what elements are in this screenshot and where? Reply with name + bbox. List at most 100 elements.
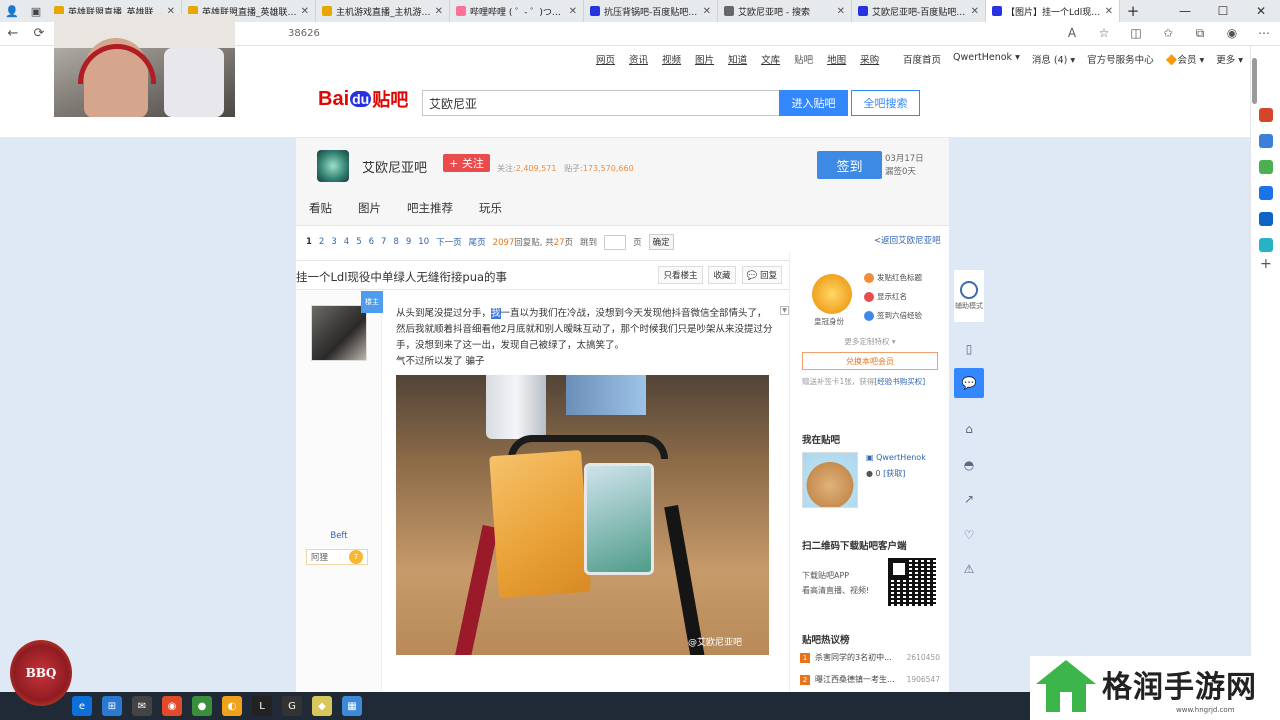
reply-button[interactable]: 💬 回复	[742, 266, 782, 284]
crown-icon[interactable]	[812, 274, 852, 314]
browser-tab[interactable]: 艾欧尼亚吧 - 搜索 ✕	[718, 0, 852, 22]
tab-close-icon[interactable]: ✕	[569, 6, 577, 17]
refresh-icon[interactable]: ⟳	[26, 26, 52, 41]
wechat-taskbar-icon[interactable]: ●	[192, 696, 212, 716]
game-icon[interactable]: ◓	[954, 450, 984, 480]
collections-icon[interactable]: ⧉	[1184, 26, 1216, 41]
profile-icon[interactable]: 👤	[0, 0, 24, 22]
author-avatar[interactable]	[311, 305, 367, 361]
top-right-link[interactable]: 百度首页	[903, 52, 941, 66]
signin-button[interactable]: 签到	[817, 151, 882, 179]
back-icon[interactable]: ←	[0, 26, 26, 41]
forum-name[interactable]: 艾欧尼亚吧	[362, 157, 427, 176]
browser-tab[interactable]: 艾欧尼亚吧-百度贴吧--艾 ✕	[852, 0, 986, 22]
shopping-icon[interactable]	[1259, 108, 1273, 122]
tools-icon[interactable]	[1259, 134, 1273, 148]
follow-button[interactable]: + 关注	[443, 154, 490, 172]
top-nav-link[interactable]: 知道	[728, 52, 747, 66]
comment-icon[interactable]: 💬	[954, 368, 984, 398]
chrome-taskbar-icon[interactable]: ◉	[162, 696, 182, 716]
next-page-link[interactable]: 下一页	[436, 236, 462, 248]
top-right-link[interactable]: 消息 (4) ▾	[1032, 52, 1075, 66]
page-link[interactable]: 7	[381, 237, 386, 247]
photos-taskbar-icon[interactable]: ▦	[342, 696, 362, 716]
tab-close-icon[interactable]: ✕	[971, 6, 979, 17]
tab-close-icon[interactable]: ✕	[837, 6, 845, 17]
top-nav-link[interactable]: 文库	[761, 52, 780, 66]
top-nav-link[interactable]: 贴吧	[794, 52, 813, 66]
top-nav-link[interactable]: 地图	[827, 52, 846, 66]
like-icon[interactable]: ♡	[954, 520, 984, 550]
read-aloud-icon[interactable]: A	[1056, 26, 1088, 41]
page-link[interactable]: 10	[418, 237, 429, 247]
page-link[interactable]: 8	[393, 237, 398, 247]
scrollbar-thumb[interactable]	[1252, 58, 1257, 104]
post-menu-caret-icon[interactable]: ▼	[780, 306, 789, 315]
split-screen-icon[interactable]: ◫	[1120, 26, 1152, 41]
hot-topic-row[interactable]: 2 曝江西桑德镇一考生... 1906547	[800, 674, 940, 685]
browser-tab[interactable]: 主机游戏直播_主机游戏直 ✕	[316, 0, 450, 22]
top-nav-link[interactable]: 网页	[596, 52, 615, 66]
my-avatar[interactable]	[802, 452, 858, 508]
search-all-button[interactable]: 全吧搜索	[851, 90, 920, 116]
tab-close-icon[interactable]: ✕	[301, 6, 309, 17]
assist-mode-button[interactable]: 辅助模式	[954, 270, 984, 322]
robot-icon[interactable]: ⌂	[954, 414, 984, 444]
my-username[interactable]: ▣ QwertHenok	[866, 453, 926, 462]
forum-tab[interactable]: 玩乐	[466, 190, 515, 225]
page-link[interactable]: 4	[344, 237, 349, 247]
g-taskbar-icon[interactable]: G	[282, 696, 302, 716]
tab-close-icon[interactable]: ✕	[1105, 6, 1113, 17]
page-link[interactable]: 2	[319, 237, 324, 247]
only-op-button[interactable]: 只看楼主	[658, 266, 703, 284]
top-nav-link[interactable]: 采购	[860, 52, 879, 66]
page-link[interactable]: 9	[406, 237, 411, 247]
top-right-link[interactable]: QwertHenok ▾	[953, 52, 1020, 66]
tab-close-icon[interactable]: ✕	[435, 6, 443, 17]
top-right-link[interactable]: 官方号服务中心	[1087, 52, 1154, 66]
close-window-button[interactable]: ✕	[1242, 0, 1280, 22]
tieba-logo[interactable]: Bai du 贴吧	[318, 86, 408, 112]
top-nav-link[interactable]: 资讯	[629, 52, 648, 66]
streaming-taskbar-icon[interactable]: ◐	[222, 696, 242, 716]
minimize-button[interactable]: —	[1166, 0, 1204, 22]
maximize-button[interactable]: ☐	[1204, 0, 1242, 22]
hot-topic-row[interactable]: 1 杀害同学的3名初中... 2610450	[800, 652, 940, 663]
lol-taskbar-icon[interactable]: L	[252, 696, 272, 716]
app-taskbar-icon[interactable]: ◆	[312, 696, 332, 716]
browser-tab[interactable]: 抗压背锅吧-百度贴吧--电 ✕	[584, 0, 718, 22]
edge-taskbar-icon[interactable]: e	[72, 696, 92, 716]
download-app-icon[interactable]: ▯	[954, 334, 984, 364]
forum-tab[interactable]: 看贴	[296, 190, 345, 225]
url-text[interactable]: 38626	[288, 28, 320, 39]
profile-avatar-icon[interactable]: ◉	[1216, 26, 1248, 41]
redeem-note-link[interactable]: [经验书购买权]	[874, 377, 925, 386]
menu-dots-icon[interactable]: ⋯	[1248, 26, 1280, 41]
top-nav-link[interactable]: 图片	[695, 52, 714, 66]
post-image[interactable]: @艾欧尼亚吧	[396, 375, 769, 655]
tab-close-icon[interactable]: ✕	[703, 6, 711, 17]
author-name[interactable]: Beft	[296, 531, 382, 541]
games-icon[interactable]	[1259, 160, 1273, 174]
mail-taskbar-icon[interactable]: ✉	[132, 696, 152, 716]
new-tab-button[interactable]: +	[1120, 0, 1146, 22]
jump-confirm-button[interactable]: 确定	[648, 234, 674, 250]
top-nav-link[interactable]: 视频	[662, 52, 681, 66]
get-coins-link[interactable]: [获取]	[883, 469, 905, 478]
browser-tab[interactable]: 哔哩哔哩 ( ゜- ゜)つロ 干杯 ✕	[450, 0, 584, 22]
jump-page-input[interactable]	[604, 234, 627, 250]
share-icon[interactable]: ↗	[954, 484, 984, 514]
forum-avatar[interactable]	[317, 150, 349, 182]
office-icon[interactable]	[1259, 186, 1273, 200]
redeem-vip-button[interactable]: 兑换本吧会员	[802, 352, 938, 370]
tab-actions-icon[interactable]: ▣	[24, 0, 48, 22]
outlook-icon[interactable]	[1259, 212, 1273, 226]
report-icon[interactable]: ⚠	[954, 554, 984, 584]
enter-bar-button[interactable]: 进入贴吧	[779, 90, 848, 116]
top-right-link[interactable]: 更多 ▾	[1216, 52, 1243, 66]
search-input[interactable]: 艾欧尼亚	[422, 90, 779, 116]
more-perks-toggle[interactable]: 更多定制特权 ▾	[790, 336, 950, 347]
forum-tab[interactable]: 图片	[345, 190, 394, 225]
page-link[interactable]: 5	[356, 237, 361, 247]
favorites-icon[interactable]: ✩	[1152, 26, 1184, 41]
